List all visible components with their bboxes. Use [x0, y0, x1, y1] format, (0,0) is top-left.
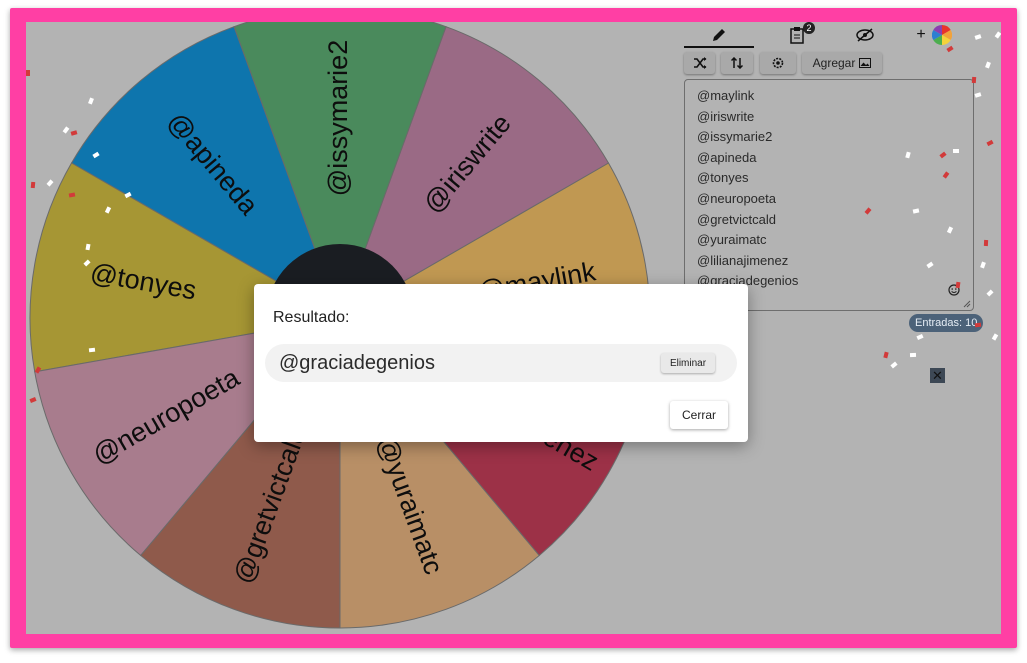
confetti-piece	[974, 322, 982, 328]
confetti-piece	[909, 352, 917, 358]
image-icon	[859, 58, 872, 68]
result-dialog: Resultado: @graciadegenios Eliminar Cerr…	[254, 284, 748, 442]
tab-add[interactable]: +	[910, 24, 958, 46]
winner-name: @graciadegenios	[279, 352, 435, 374]
entry-item: @apineda	[697, 149, 757, 165]
entry-item: @iriswrite	[697, 108, 755, 124]
confetti-piece	[883, 351, 889, 359]
confetti-piece	[26, 70, 30, 76]
pencil-icon	[713, 29, 725, 41]
entry-item: @yuraimatc	[697, 232, 767, 248]
entry-item: @tonyes	[697, 170, 749, 186]
confetti-piece	[30, 181, 36, 189]
confetti-piece	[983, 239, 989, 247]
entry-item: @lilianajimenez	[697, 252, 789, 268]
panel-tabs: 2 +	[684, 22, 996, 48]
confetti-piece	[971, 76, 977, 84]
clipboard-icon	[790, 27, 804, 44]
entry-item: @neuropoeta	[697, 191, 776, 206]
shuffle-icon	[693, 57, 706, 69]
remove-button[interactable]: Eliminar	[661, 353, 715, 373]
add-tab-label: +	[916, 26, 926, 43]
entry-item: @gretvictcald	[697, 211, 776, 227]
dialog-title: Resultado:	[273, 309, 350, 326]
confetti-piece	[88, 347, 96, 353]
entries-count-badge: Entradas: 10	[909, 314, 984, 332]
winner-row: @graciadegenios Eliminar	[265, 344, 737, 382]
gear-icon	[772, 57, 784, 69]
resize-handle-icon[interactable]	[963, 300, 971, 308]
settings-button[interactable]	[760, 52, 796, 74]
color-wheel-icon	[931, 25, 952, 45]
tab-results[interactable]: 2	[782, 22, 815, 46]
sort-icon	[731, 57, 743, 69]
close-button[interactable]: Cerrar	[670, 401, 728, 429]
entry-item: @maylink	[697, 88, 755, 103]
confetti-piece	[991, 333, 999, 341]
sort-button[interactable]	[721, 52, 753, 74]
add-image-button[interactable]: Agregar	[802, 52, 882, 74]
entry-item: @issymarie2	[697, 129, 773, 145]
entries-textarea[interactable]: @maylink @iriswrite @issymarie2 @apineda @to…	[684, 79, 974, 311]
wheel-segment-label: @issymarie2	[323, 40, 353, 196]
confetti-piece	[952, 148, 960, 154]
tab-hide[interactable]	[850, 24, 880, 46]
eye-off-icon	[856, 28, 874, 42]
confetti-piece	[890, 361, 898, 369]
results-badge: 2	[803, 22, 815, 34]
close-x-icon[interactable]: ✕	[930, 368, 945, 383]
shuffle-button[interactable]	[684, 52, 715, 74]
app-screen: @maylink @iriswrite @issymarie2 @apineda @to…	[26, 22, 1001, 634]
tab-edit[interactable]	[684, 24, 754, 48]
add-image-label: Agregar	[812, 56, 856, 70]
